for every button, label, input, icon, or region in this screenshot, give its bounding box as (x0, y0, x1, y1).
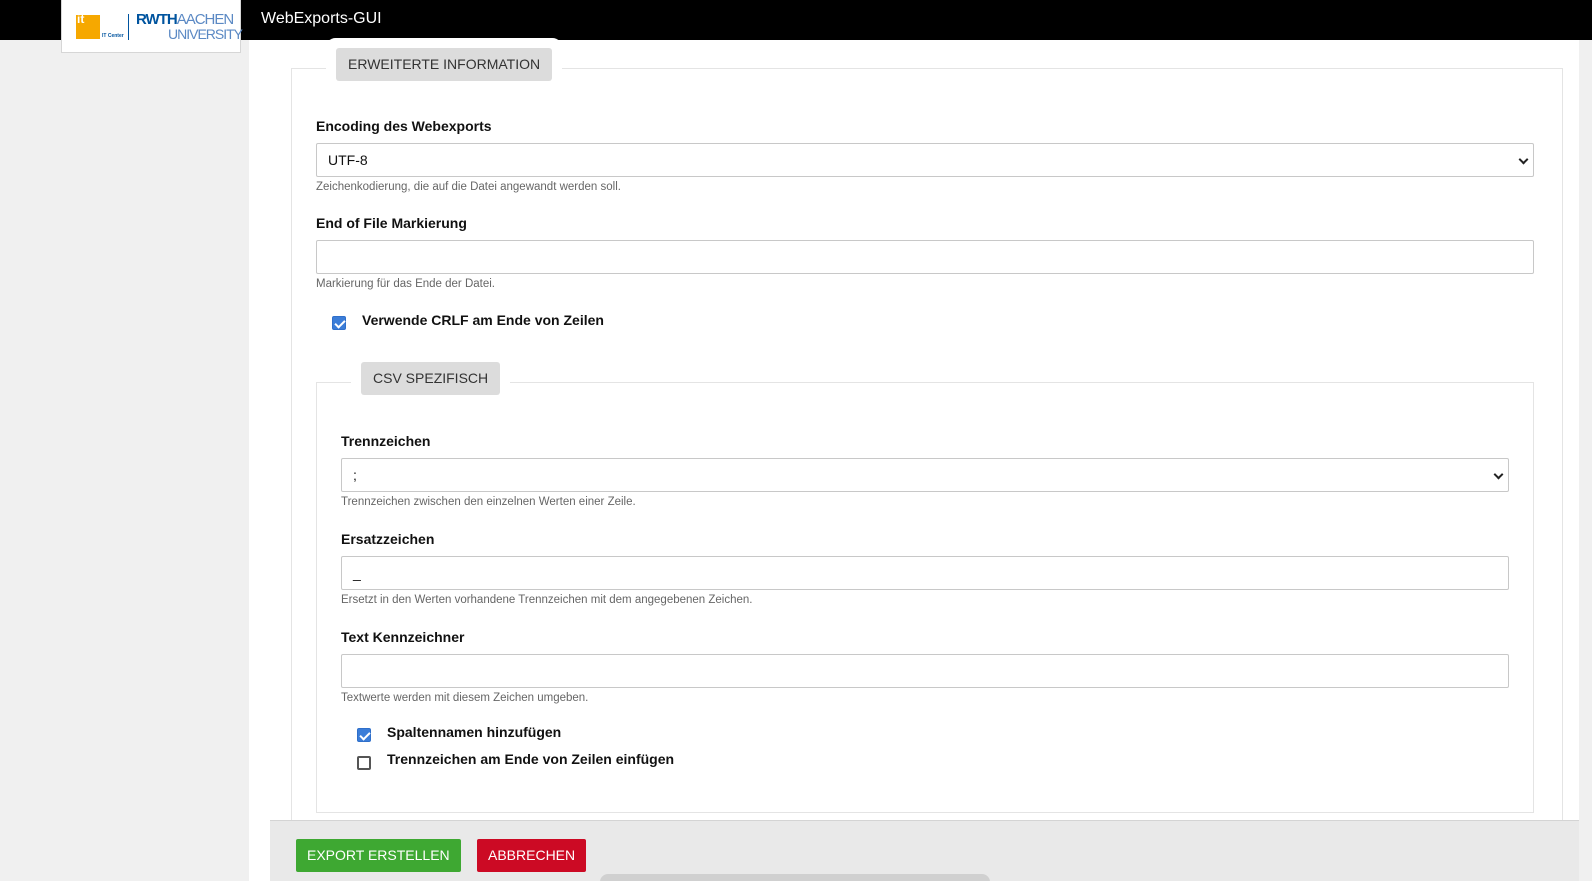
encoding-select[interactable]: UTF-8 (316, 143, 1534, 177)
logo-university-text: UNIVERSITY (168, 26, 243, 42)
separator-select-value: ; (353, 467, 357, 483)
replacement-input[interactable]: _ (341, 556, 1509, 590)
encoding-label: Encoding des Webexports (316, 118, 492, 134)
cancel-button[interactable]: ABBRECHEN (477, 839, 587, 872)
text-qualifier-help: Textwerte werden mit diesem Zeichen umge… (341, 692, 589, 704)
footer-shadow (600, 874, 990, 881)
encoding-select-value: UTF-8 (328, 152, 368, 168)
legend-csv: CSV SPEZIFISCH (361, 362, 501, 395)
logo-it-center-text: IT Center (102, 33, 124, 39)
encoding-help: Zeichenkodierung, die auf die Datei ange… (316, 181, 621, 193)
trailing-separator-checkbox[interactable] (357, 756, 371, 770)
text-qualifier-label: Text Kennzeichner (341, 629, 465, 645)
replacement-help: Ersetzt in den Werten vorhandene Trennze… (341, 594, 753, 606)
add-columns-checkbox[interactable] (357, 728, 371, 742)
add-columns-label[interactable]: Spaltennamen hinzufügen (387, 724, 561, 740)
chevron-down-icon (1518, 154, 1529, 165)
eof-help: Markierung für das Ende der Datei. (316, 278, 495, 290)
main-content: ERWEITERTE INFORMATION Encoding des Webe… (249, 40, 1579, 881)
logo-it-text: it (77, 12, 85, 26)
logo-rwth-aachen: RWTHAACHEN (136, 12, 234, 27)
crlf-checkbox[interactable] (332, 316, 346, 330)
separator-help: Trennzeichen zwischen den einzelnen Wert… (341, 496, 636, 508)
replacement-label: Ersatzzeichen (341, 531, 435, 547)
legend-extended-info: ERWEITERTE INFORMATION (336, 48, 553, 81)
rwth-logo[interactable]: it IT Center RWTHAACHEN UNIVERSITY (61, 0, 243, 53)
chevron-down-icon (1493, 469, 1504, 480)
trailing-separator-label[interactable]: Trennzeichen am Ende von Zeilen einfügen (387, 751, 674, 767)
eof-label: End of File Markierung (316, 215, 467, 231)
eof-input[interactable] (316, 240, 1534, 274)
logo-separator (128, 14, 129, 40)
export-button[interactable]: EXPORT ERSTELLEN (296, 839, 461, 872)
separator-select[interactable]: ; (341, 458, 1509, 492)
text-qualifier-input[interactable] (341, 654, 1509, 688)
crlf-label[interactable]: Verwende CRLF am Ende von Zeilen (362, 312, 604, 328)
action-footer: EXPORT ERSTELLEN ABBRECHEN (270, 820, 1579, 881)
separator-label: Trennzeichen (341, 433, 431, 449)
app-title: WebExports-GUI (261, 10, 382, 27)
